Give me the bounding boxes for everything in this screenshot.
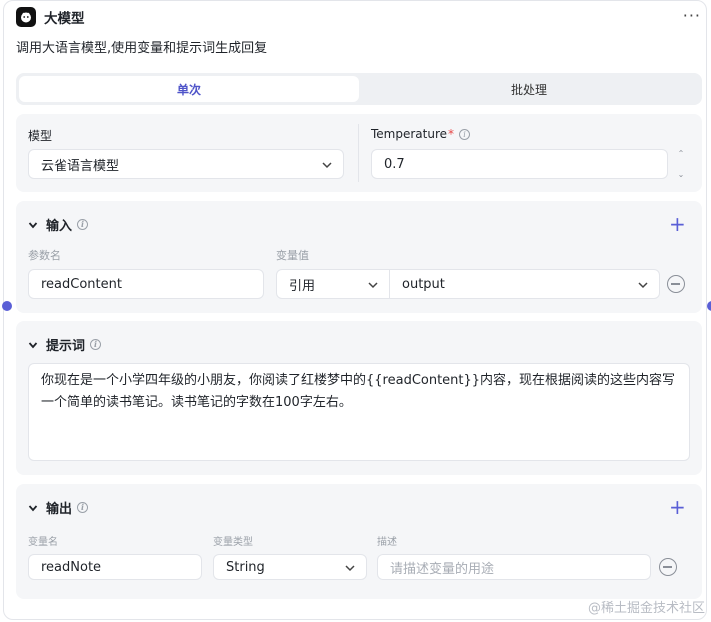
var-value-label: 变量值 <box>276 249 309 262</box>
info-icon: i <box>90 339 102 350</box>
mode-tabs: 单次 批处理 <box>16 73 702 105</box>
var-type-label: 变量类型 <box>213 537 253 548</box>
info-icon: i <box>459 129 471 140</box>
remove-output-button[interactable] <box>659 558 677 576</box>
prompt-section-header[interactable]: 提示词 i <box>28 335 102 354</box>
desc-label: 描述 <box>377 537 397 548</box>
output-title: 输出 <box>46 502 73 517</box>
llm-node: 大模型 ··· 调用大语言模型,使用变量和提示词生成回复 单次 批处理 模型 云… <box>2 0 711 620</box>
chevron-down-icon <box>345 565 355 572</box>
required-mark: * <box>448 127 455 141</box>
model-label: 模型 <box>28 129 53 143</box>
var-reference-select[interactable]: output <box>390 269 660 299</box>
prompt-card: 提示词 i 你现在是一个小学四年级的小朋友，你阅读了红楼梦中的{{readCon… <box>16 321 702 475</box>
output-handle[interactable] <box>707 301 711 311</box>
chevron-down-icon <box>638 282 648 289</box>
stepper-up-icon[interactable]: ⌃ <box>678 149 685 158</box>
prompt-textarea[interactable]: 你现在是一个小学四年级的小朋友，你阅读了红楼梦中的{{readContent}}… <box>28 363 690 461</box>
model-select-value: 云雀语言模型 <box>41 158 120 174</box>
model-select[interactable]: 云雀语言模型 <box>28 149 344 179</box>
output-description-placeholder: 请描述变量的用途 <box>390 561 495 577</box>
output-description-input[interactable]: 请描述变量的用途 <box>377 554 651 580</box>
var-name-label: 变量名 <box>28 537 58 548</box>
temperature-value: 0.7 <box>384 156 405 172</box>
tab-batch[interactable]: 批处理 <box>359 76 699 102</box>
add-output-button[interactable]: + <box>669 497 686 517</box>
model-logo-icon <box>16 7 36 27</box>
input-card: 输入 i + 参数名 变量值 readContent 引用 output <box>16 201 702 313</box>
param-name-label: 参数名 <box>28 249 61 262</box>
collapse-caret-icon[interactable] <box>28 503 38 513</box>
chevron-down-icon <box>322 162 332 169</box>
input-title: 输入 <box>46 219 73 234</box>
output-var-name-input[interactable]: readNote <box>28 554 202 580</box>
info-icon: i <box>77 502 89 513</box>
node-header: 大模型 ··· <box>16 5 701 29</box>
var-reference-value: output <box>402 276 445 292</box>
tab-single[interactable]: 单次 <box>19 76 359 102</box>
info-icon: i <box>77 219 89 230</box>
model-card: 模型 云雀语言模型 Temperature* i 0.7 ⌃ ⌄ <box>16 114 702 192</box>
node-title: 大模型 <box>44 11 85 27</box>
watermark: @稀土掘金技术社区 <box>587 601 705 616</box>
more-options-icon[interactable]: ··· <box>683 5 701 27</box>
var-type-value: 引用 <box>289 278 316 294</box>
temperature-input[interactable]: 0.7 <box>371 149 668 179</box>
temperature-label: Temperature* i <box>371 127 471 141</box>
collapse-caret-icon[interactable] <box>28 220 38 230</box>
node-description: 调用大语言模型,使用变量和提示词生成回复 <box>16 41 268 56</box>
output-section-header[interactable]: 输出 i <box>28 498 89 517</box>
prompt-title: 提示词 <box>46 339 86 354</box>
var-type-select[interactable]: 引用 <box>276 269 390 299</box>
param-name-value: readContent <box>41 276 122 292</box>
stepper-down-icon[interactable]: ⌄ <box>678 170 685 179</box>
output-card: 输出 i + 变量名 变量类型 描述 readNote String 请描述变量… <box>16 484 702 599</box>
collapse-caret-icon[interactable] <box>28 340 38 350</box>
output-var-type-value: String <box>226 559 265 575</box>
remove-input-button[interactable] <box>667 275 685 293</box>
param-name-input[interactable]: readContent <box>28 269 264 299</box>
temperature-stepper[interactable]: ⌃ ⌄ <box>675 149 687 179</box>
input-handle[interactable] <box>2 301 12 311</box>
output-var-name-value: readNote <box>41 559 102 575</box>
add-input-button[interactable]: + <box>669 214 686 234</box>
model-divider <box>358 124 359 182</box>
output-var-type-select[interactable]: String <box>213 554 367 580</box>
chevron-down-icon <box>368 282 378 289</box>
input-section-header[interactable]: 输入 i <box>28 215 89 234</box>
